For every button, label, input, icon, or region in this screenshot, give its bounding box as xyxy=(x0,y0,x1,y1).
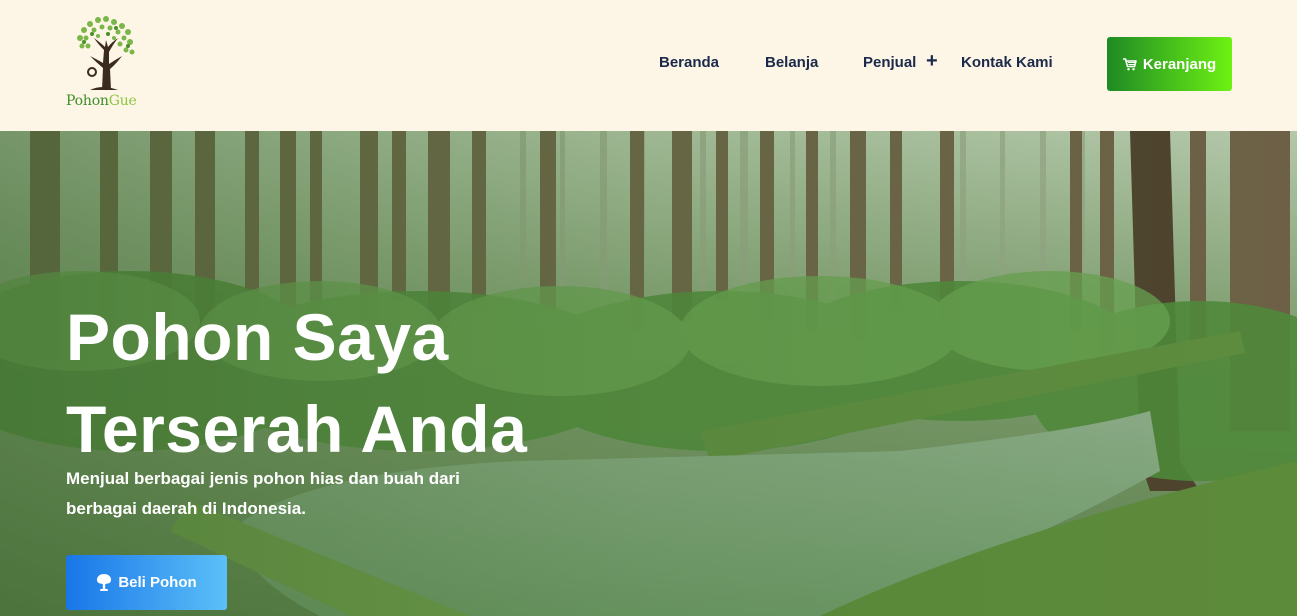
buy-tree-button-label: Beli Pohon xyxy=(118,574,197,591)
nav-item-beranda[interactable]: Beranda xyxy=(659,54,719,71)
hero-title-line2: Terserah Anda xyxy=(66,392,528,466)
nav-item-penjual[interactable]: Penjual xyxy=(863,54,916,71)
nav-item-belanja[interactable]: Belanja xyxy=(765,54,818,71)
hero-subtitle: Menjual berbagai jenis pohon hias dan bu… xyxy=(66,469,460,518)
nav-item-kontak-kami[interactable]: Kontak Kami xyxy=(961,54,1053,71)
cart-button[interactable]: Keranjang xyxy=(1107,37,1232,91)
cart-button-label: Keranjang xyxy=(1142,55,1217,73)
cart-icon xyxy=(1122,57,1137,70)
buy-tree-button[interactable]: Beli Pohon xyxy=(66,555,227,610)
site-header: PohonGue Beranda Belanja Penjual + Konta… xyxy=(0,0,1297,131)
tree-icon xyxy=(97,574,112,591)
hero-section: Pohon Saya Terserah Anda Menjual berbaga… xyxy=(0,131,1297,616)
hero-title: Pohon Saya Terserah Anda xyxy=(66,291,527,475)
main-nav: Beranda Belanja Penjual + Kontak Kami xyxy=(0,0,1297,131)
plus-icon[interactable]: + xyxy=(926,51,940,71)
hero-title-line1: Pohon Saya xyxy=(66,300,449,374)
